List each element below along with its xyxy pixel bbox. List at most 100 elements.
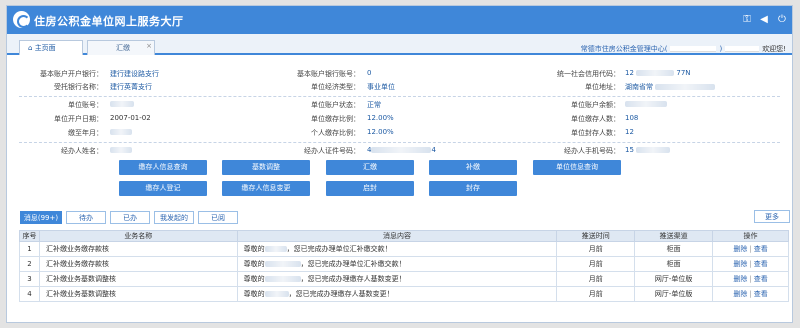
row-number: 2 [19, 256, 40, 272]
info-label: 经办人证件号码： [304, 147, 360, 155]
table-header-row: 序号 业务名称 消息内容 推送时间 推送渠道 操作 [19, 230, 789, 242]
row-actions: 删除 | 查看 [712, 256, 789, 272]
message-content: 尊敬的 ，您已完成办理缴存人基数变更！ [236, 271, 558, 287]
info-value-redacted [110, 146, 132, 154]
user-name-redacted [670, 46, 717, 52]
info-value: 15 [625, 146, 671, 154]
table-row[interactable]: 1 汇补缴业务缴存款核 尊敬的 ，您已完成办理单位汇补缴交款！ 月前 柜面 删除 |… [19, 241, 789, 257]
tab-read[interactable]: 已阅 [198, 211, 238, 224]
info-value-redacted [110, 100, 134, 108]
power-icon[interactable]: ⏻ [776, 14, 788, 26]
action-button[interactable]: 启封 [326, 181, 414, 196]
view-link[interactable]: 查看 [754, 275, 768, 283]
divider [19, 142, 780, 143]
action-button[interactable]: 缴存人信息查询 [119, 160, 207, 175]
action-button[interactable]: 基数调整 [222, 160, 310, 175]
logo-icon [13, 11, 30, 28]
row-number: 1 [19, 241, 40, 257]
info-value: 0 [367, 69, 372, 77]
info-value: 建行英菁支行 [110, 83, 152, 91]
tab-messages[interactable]: 消息(99+) [20, 211, 62, 224]
info-label: 经办人手机号码： [564, 147, 620, 155]
table-row[interactable]: 4 汇补缴业务基数调整核 尊敬的 ，您已完成办理缴存人基数变更！ 月前 网厅-单位… [19, 286, 789, 302]
divider [19, 96, 780, 97]
welcome-text: 常德市住房公积金管理中心() 欢迎您! [580, 45, 786, 53]
push-channel: 网厅-单位版 [634, 286, 714, 302]
action-button[interactable]: 缴存人登记 [119, 181, 207, 196]
key-icon[interactable]: ⚿ [741, 14, 753, 26]
info-label: 单位账户余额： [571, 101, 620, 109]
column-header: 序号 [19, 230, 40, 242]
column-header: 推送时间 [556, 230, 636, 242]
info-label: 单位经济类型： [311, 83, 360, 91]
push-time: 月前 [556, 241, 636, 257]
app-window: 住房公积金单位网上服务大厅 ⚿ ◀ ⏻ ⌂ 主页面 汇缴 × 常德市住房公积金管… [6, 5, 793, 323]
info-label: 单位开户日期： [54, 115, 103, 123]
info-value: 12 [625, 128, 634, 136]
message-content: 尊敬的 ，您已完成办理单位汇补缴交款！ [236, 256, 558, 272]
info-label: 基本账户开户银行： [40, 70, 103, 78]
delete-link[interactable]: 删除 [733, 260, 747, 268]
action-button[interactable]: 补缴 [429, 160, 517, 175]
column-header: 推送渠道 [634, 230, 714, 242]
tab-huijiao[interactable]: 汇缴 × [87, 40, 155, 55]
info-value: 44 [367, 146, 436, 154]
tab-bar: ⌂ 主页面 汇缴 × 常德市住房公积金管理中心() 欢迎您! [7, 34, 792, 55]
business-name: 汇补缴业务缴存款核 [38, 241, 238, 257]
tab-initiated[interactable]: 我发起的 [154, 211, 194, 224]
delete-link[interactable]: 删除 [733, 290, 747, 298]
info-value-redacted [110, 128, 132, 136]
business-name: 汇补缴业务基数调整核 [38, 286, 238, 302]
info-value: 12.00% [367, 114, 394, 122]
action-button[interactable]: 单位信息查询 [533, 160, 621, 175]
close-icon[interactable]: × [146, 39, 152, 53]
row-number: 4 [19, 286, 40, 302]
view-link[interactable]: 查看 [754, 245, 768, 253]
user-redacted [725, 46, 760, 52]
message-content: 尊敬的 ，您已完成办理缴存人基数变更！ [236, 286, 558, 302]
business-name: 汇补缴业务缴存款核 [38, 256, 238, 272]
row-number: 3 [19, 271, 40, 287]
tab-home[interactable]: ⌂ 主页面 [19, 40, 83, 55]
table-row[interactable]: 2 汇补缴业务缴存款核 尊敬的 ，您已完成办理单位汇补缴交款！ 月前 柜面 删除 |… [19, 256, 789, 272]
column-header: 业务名称 [38, 230, 238, 242]
more-button[interactable]: 更多 [754, 210, 790, 223]
info-value: 正常 [367, 101, 381, 109]
info-value-redacted [625, 100, 667, 108]
info-label: 单位缴存人数： [571, 115, 620, 123]
app-header: 住房公积金单位网上服务大厅 ⚿ ◀ ⏻ [7, 6, 792, 34]
push-time: 月前 [556, 271, 636, 287]
home-icon: ⌂ [28, 44, 33, 52]
row-actions: 删除 | 查看 [712, 286, 789, 302]
table-row[interactable]: 3 汇补缴业务基数调整核 尊敬的 ，您已完成办理缴存人基数变更！ 月前 网厅-单位… [19, 271, 789, 287]
action-button[interactable]: 缴存人信息变更 [222, 181, 310, 196]
info-value: 12.00% [367, 128, 394, 136]
action-button[interactable]: 封存 [429, 181, 517, 196]
view-link[interactable]: 查看 [754, 260, 768, 268]
tab-home-label: 主页面 [34, 44, 56, 52]
delete-link[interactable]: 删除 [733, 275, 747, 283]
info-label: 单位封存人数： [571, 129, 620, 137]
action-button[interactable]: 汇缴 [326, 160, 414, 175]
info-label: 受托银行名称： [54, 83, 103, 91]
delete-link[interactable]: 删除 [733, 245, 747, 253]
info-label: 单位账户状态： [311, 101, 360, 109]
info-label: 缴至年月： [68, 129, 103, 137]
info-label: 单位地址： [585, 83, 620, 91]
push-time: 月前 [556, 286, 636, 302]
message-content: 尊敬的 ，您已完成办理单位汇补缴交款！ [236, 241, 558, 257]
row-actions: 删除 | 查看 [712, 241, 789, 257]
column-header: 操作 [712, 230, 789, 242]
business-name: 汇补缴业务基数调整核 [38, 271, 238, 287]
row-actions: 删除 | 查看 [712, 271, 789, 287]
tab-todo[interactable]: 待办 [66, 211, 106, 224]
info-label: 单位缴存比例： [311, 115, 360, 123]
tab-done[interactable]: 已办 [110, 211, 150, 224]
volume-icon[interactable]: ◀ [758, 14, 770, 26]
info-value: 2007-01-02 [110, 114, 151, 122]
info-value: 12 77N [625, 69, 691, 77]
push-channel: 柜面 [634, 256, 714, 272]
column-header: 消息内容 [236, 230, 558, 242]
push-channel: 柜面 [634, 241, 714, 257]
view-link[interactable]: 查看 [754, 290, 768, 298]
